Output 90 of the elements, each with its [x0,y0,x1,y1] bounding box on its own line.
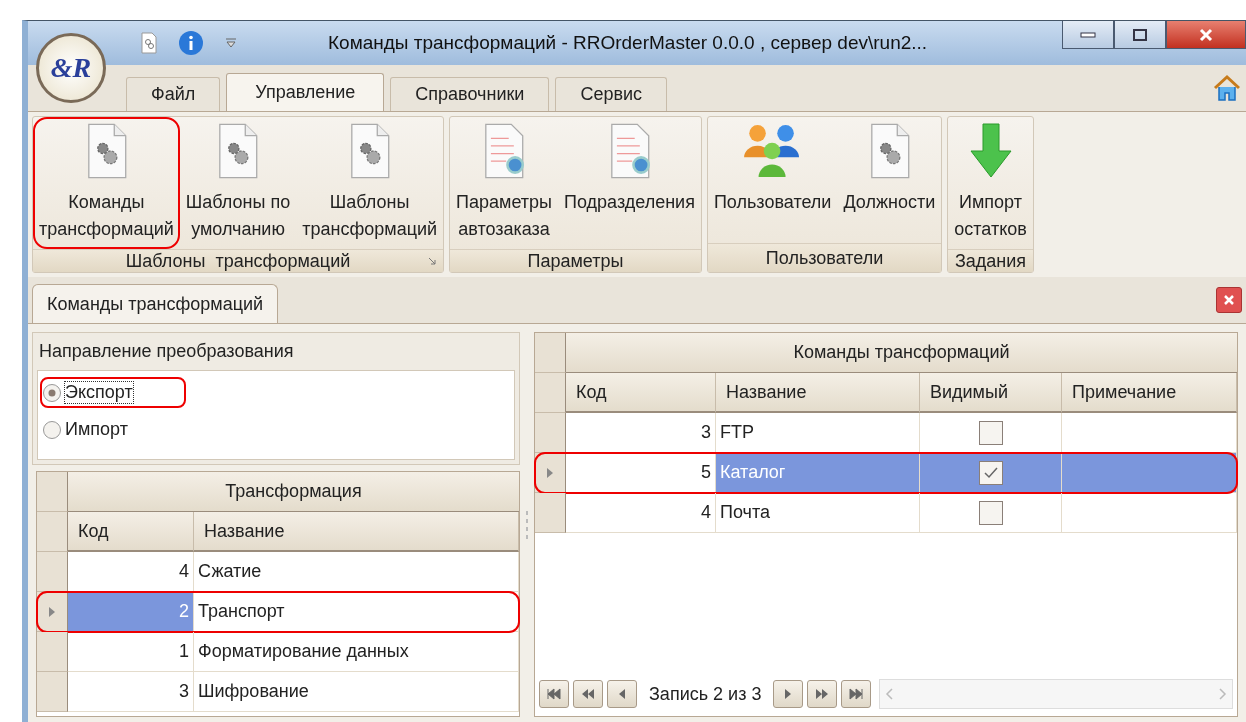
next-page-button[interactable] [807,680,838,708]
gears-icon[interactable] [140,32,158,54]
group-title: Параметры [450,249,701,272]
table-cell: 4 [68,552,194,592]
group-title: Задания [948,249,1033,272]
table-cell: 1 [68,632,194,672]
launcher-icon[interactable] [428,257,438,266]
radio-option[interactable]: Экспорт [40,377,186,408]
minimize-button[interactable] [1062,21,1114,49]
group-title: Пользователи [707,243,942,272]
header-corner [535,333,566,373]
ribbon-tab[interactable]: Управление [226,73,385,111]
home-icon[interactable] [1212,74,1242,102]
row-indicator[interactable] [37,672,68,712]
close-tab-button[interactable] [1216,287,1242,313]
table-cell: 3 [68,672,194,712]
column-header[interactable]: Код [566,373,716,413]
ribbon-tab[interactable]: Файл [126,77,221,111]
ribbon-button[interactable]: Импорт остатков [948,117,1033,249]
header-corner [535,373,566,413]
column-header[interactable]: Код [68,512,194,552]
column-header[interactable]: Примечание [1062,373,1237,413]
row-indicator[interactable] [37,632,68,672]
radio-option[interactable]: Импорт [40,414,181,445]
table-cell: Форматирование данных [194,632,519,672]
document-gears-icon [348,123,392,179]
checkbox[interactable] [978,500,1003,525]
rewind-icon [580,688,596,700]
ribbon-tab[interactable]: Справочники [390,77,550,111]
ribbon-button[interactable]: Команды трансформаций [33,117,180,249]
table-cell: 4 [566,493,716,533]
ribbon-button[interactable]: Шаблоны по умолчанию [179,117,297,249]
last-icon [848,688,865,700]
info-icon[interactable] [178,30,204,56]
maximize-button[interactable] [1114,21,1166,49]
table-cell: Шифрование [194,672,519,712]
table-cell: Транспорт [194,592,519,632]
table-cell: 3 [566,413,716,453]
column-band-header: Трансформация [68,472,519,512]
column-header[interactable]: Название [194,512,519,552]
table-cell: Почта [716,493,920,533]
last-record-button[interactable] [841,680,872,708]
header-corner [37,472,68,512]
first-record-button[interactable] [539,680,569,708]
column-band-header: Команды трансформаций [566,333,1237,373]
maximize-icon [1132,27,1148,42]
group-title: Шаблоны трансформаций [33,249,444,272]
left-triangle-icon [617,688,627,700]
column-header[interactable]: Название [716,373,920,413]
previous-page-button[interactable] [573,680,603,708]
row-indicator[interactable] [535,413,566,453]
close-icon [1223,294,1235,306]
close-icon [1198,27,1214,42]
close-button[interactable] [1166,21,1246,49]
first-icon [546,688,562,700]
ribbon-button[interactable]: Шаблоны трансформаций [296,117,444,249]
current-row-icon [48,605,56,618]
previous-record-button[interactable] [607,680,637,708]
ribbon-button[interactable]: Пользователи [707,117,838,243]
document-gears-icon [216,123,260,179]
record-counter: Запись 2 из 3 [648,683,763,705]
document-tab[interactable]: Команды трансформаций [32,284,279,323]
table-cell: Каталог [716,453,920,493]
splitter-grip-icon[interactable] [525,509,529,540]
panel-title: Направление преобразования [38,340,295,363]
ribbon-button[interactable]: Подразделения [558,117,701,249]
checkbox[interactable] [978,460,1003,485]
radio-button[interactable] [42,419,62,440]
checkbox[interactable] [978,420,1003,445]
row-indicator[interactable] [535,493,566,533]
row-indicator[interactable] [37,592,68,632]
radio-button[interactable] [42,382,62,403]
ribbon-button[interactable]: Параметры автозаказа [450,117,558,249]
window-title: Команды трансформаций - RROrderMaster 0.0.0 , сервер dev\run2... [328,32,928,54]
minimize-icon [1080,31,1096,38]
next-record-button[interactable] [773,680,804,708]
down-arrow-icon [968,123,1013,179]
app-logo[interactable]: &R [36,33,106,103]
ribbon-button[interactable]: Должности [837,117,942,243]
ribbon-tab[interactable]: Сервис [555,77,668,111]
row-indicator[interactable] [535,453,566,493]
row-indicator[interactable] [37,552,68,592]
column-header[interactable]: Видимый [920,373,1062,413]
table-cell: FTP [716,413,920,453]
dropdown-icon[interactable] [224,37,238,49]
table-cell: 2 [68,592,194,632]
table-cell: Сжатие [194,552,519,592]
header-corner [37,512,68,552]
current-row-icon [546,466,554,479]
document-list-icon [482,123,526,179]
